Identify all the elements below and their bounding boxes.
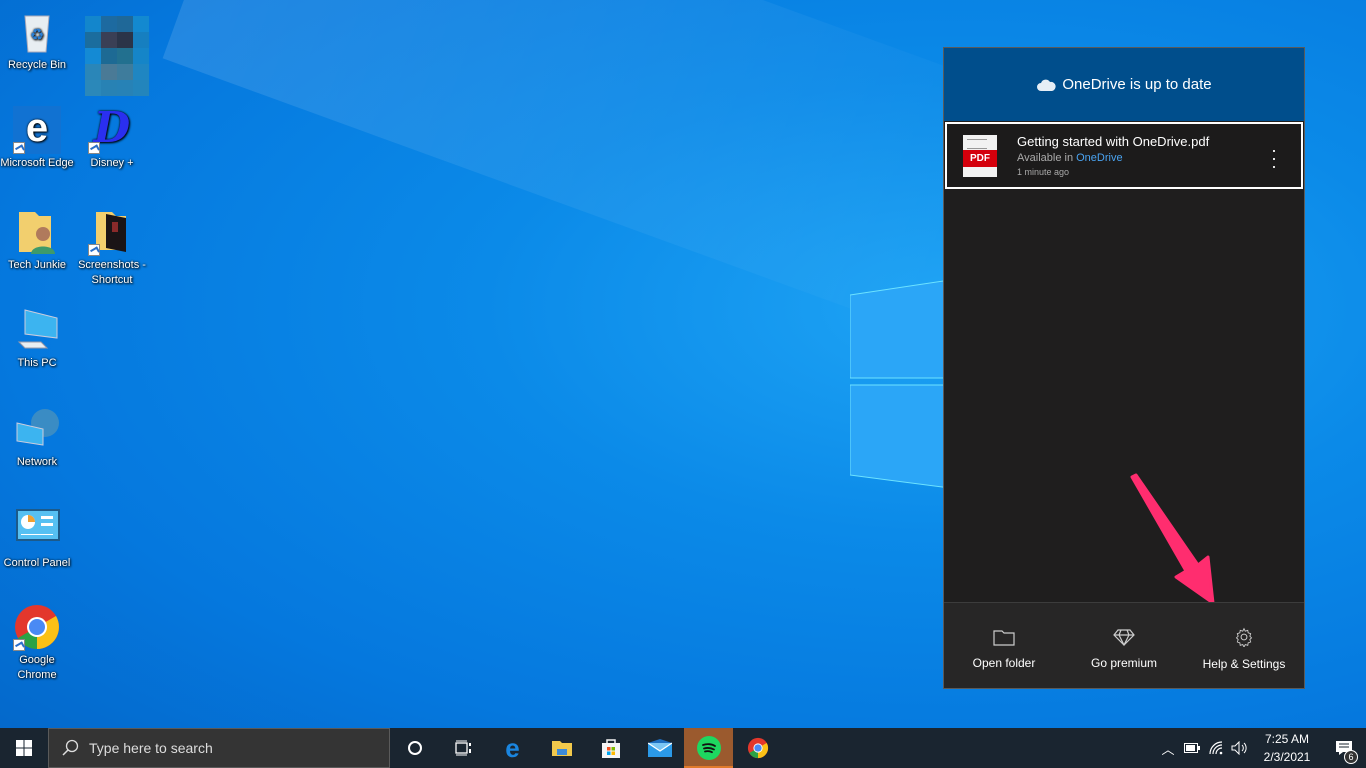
desktop-icon-label: Screenshots - Shortcut xyxy=(78,259,146,286)
system-tray: ︿ 7:25 AM 2/3/2021 6 xyxy=(1156,728,1366,768)
chrome-icon xyxy=(13,603,61,651)
go-premium-button[interactable]: Go premium xyxy=(1064,603,1184,688)
notification-count-badge: 6 xyxy=(1344,750,1358,764)
help-settings-button[interactable]: Help & Settings xyxy=(1184,603,1304,688)
file-location-prefix: Available in xyxy=(1017,152,1074,164)
search-placeholder: Type here to search xyxy=(89,740,213,756)
cortana-button[interactable] xyxy=(390,728,439,768)
task-view-icon xyxy=(454,740,471,756)
onedrive-footer: Open folder Go premium Help & Settings xyxy=(944,602,1304,688)
task-view-button[interactable] xyxy=(439,728,488,768)
desktop-icon-blurred[interactable] xyxy=(80,16,154,96)
mail-icon xyxy=(647,739,672,757)
search-icon xyxy=(62,739,79,756)
wifi-icon[interactable] xyxy=(1204,741,1228,755)
desktop-icon-label: Google Chrome xyxy=(17,654,57,681)
clock[interactable]: 7:25 AM 2/3/2021 xyxy=(1252,730,1322,766)
desktop-icon-tech-junkie[interactable]: Tech Junkie xyxy=(0,208,74,273)
file-list-item[interactable]: PDF Getting started with OneDrive.pdf Av… xyxy=(945,122,1303,189)
clock-date: 2/3/2021 xyxy=(1263,750,1311,764)
desktop-icon-screenshots[interactable]: Screenshots - Shortcut xyxy=(75,208,149,288)
action-center-button[interactable]: 6 xyxy=(1322,740,1366,764)
more-options-icon[interactable]: · · · xyxy=(1271,141,1277,175)
desktop-icon-label: Control Panel xyxy=(3,557,71,569)
taskbar-spotify[interactable] xyxy=(684,728,733,768)
go-premium-label: Go premium xyxy=(1090,655,1158,670)
taskbar-mail[interactable] xyxy=(635,728,684,768)
control-panel-icon xyxy=(13,506,61,554)
computer-icon xyxy=(13,306,61,354)
open-folder-button[interactable]: Open folder xyxy=(944,603,1064,688)
recycle-bin-icon: ♻ xyxy=(13,8,61,56)
folder-icon xyxy=(993,629,1015,646)
pixelated-icon xyxy=(85,16,149,96)
volume-icon[interactable] xyxy=(1228,741,1252,755)
cloud-icon xyxy=(1037,79,1056,91)
taskbar-store[interactable] xyxy=(586,728,635,768)
shortcut-arrow-icon xyxy=(88,142,100,154)
help-settings-label: Help & Settings xyxy=(1202,656,1286,671)
onedrive-flyout: OneDrive is up to date PDF Getting start… xyxy=(943,47,1305,689)
folder-icon xyxy=(88,208,136,256)
desktop-icon-label: This PC xyxy=(17,357,57,369)
open-folder-label: Open folder xyxy=(972,655,1036,670)
diamond-icon xyxy=(1113,628,1135,646)
desktop-icon-recycle-bin[interactable]: ♻ Recycle Bin xyxy=(0,8,74,73)
desktop-icon-disney[interactable]: D Disney + xyxy=(75,106,149,171)
pdf-file-icon: PDF xyxy=(963,134,997,177)
clock-time: 7:25 AM xyxy=(1264,732,1310,746)
taskbar-chrome[interactable] xyxy=(733,728,782,768)
disney-icon: D xyxy=(88,106,136,154)
onedrive-status-text: OneDrive is up to date xyxy=(1062,76,1212,93)
network-icon xyxy=(13,405,61,453)
file-explorer-icon xyxy=(551,741,572,756)
windows-logo-icon xyxy=(16,740,32,756)
desktop-icon-label: Recycle Bin xyxy=(7,59,67,71)
desktop-icon-control-panel[interactable]: Control Panel xyxy=(0,506,74,571)
edge-icon: e xyxy=(505,732,520,763)
spotify-icon xyxy=(696,736,721,760)
desktop-icon-label: Tech Junkie xyxy=(7,259,67,271)
desktop-icon-chrome[interactable]: Google Chrome xyxy=(0,603,74,683)
desktop-icon-label: Disney + xyxy=(90,157,134,169)
shortcut-arrow-icon xyxy=(13,639,25,651)
store-icon xyxy=(601,739,620,758)
onedrive-status-header: OneDrive is up to date xyxy=(944,48,1304,121)
taskbar: Type here to search e ︿ 7:25 AM 2/3/2021… xyxy=(0,728,1366,768)
chrome-icon xyxy=(747,737,768,759)
file-time: 1 minute ago xyxy=(1017,167,1070,177)
wallpaper-windows-logo xyxy=(850,279,950,489)
cortana-icon xyxy=(407,741,422,755)
edge-icon: e xyxy=(13,106,61,154)
shortcut-arrow-icon xyxy=(88,244,100,256)
taskbar-edge[interactable]: e xyxy=(488,728,537,768)
user-folder-icon xyxy=(13,208,61,256)
taskbar-search-box[interactable]: Type here to search xyxy=(48,728,390,768)
file-name: Getting started with OneDrive.pdf xyxy=(1017,134,1210,149)
shortcut-arrow-icon xyxy=(13,142,25,154)
onedrive-location-link[interactable]: OneDrive xyxy=(1076,152,1122,164)
battery-icon[interactable] xyxy=(1180,743,1204,753)
gear-icon xyxy=(1235,627,1253,647)
desktop-icon-label: Microsoft Edge xyxy=(0,157,74,169)
desktop-icon-this-pc[interactable]: This PC xyxy=(0,306,74,371)
desktop-icon-label: Network xyxy=(16,456,58,468)
start-button[interactable] xyxy=(0,728,48,768)
annotation-arrow xyxy=(1130,473,1215,605)
desktop-icon-edge[interactable]: e Microsoft Edge xyxy=(0,106,74,171)
show-hidden-icons-chevron-up-icon[interactable]: ︿ xyxy=(1156,739,1180,758)
svg-text:♻: ♻ xyxy=(30,27,44,44)
desktop-icon-network[interactable]: Network xyxy=(0,405,74,470)
taskbar-file-explorer[interactable] xyxy=(537,728,586,768)
